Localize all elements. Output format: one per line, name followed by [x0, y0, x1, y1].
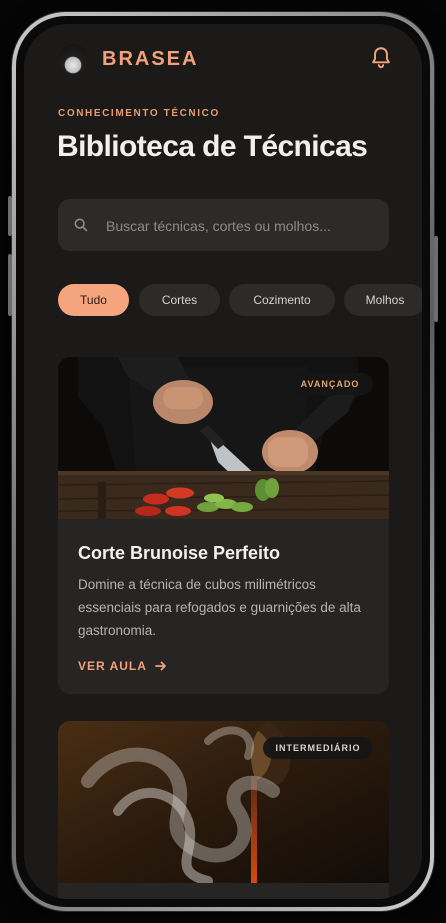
app-header: BRASEA: [24, 24, 422, 94]
chip-cortes[interactable]: Cortes: [139, 284, 220, 316]
bell-icon[interactable]: [368, 45, 394, 71]
page-title: Biblioteca de Técnicas: [57, 130, 368, 163]
chip-cozimento[interactable]: Cozimento: [229, 284, 335, 316]
arrow-right-icon: [154, 661, 166, 671]
watch-lesson-link[interactable]: VER AULA: [78, 659, 167, 673]
search-input[interactable]: [104, 199, 378, 253]
chip-molhos[interactable]: Molhos: [344, 284, 422, 316]
card-title: Corte Brunoise Perfeito: [78, 543, 281, 563]
technique-card[interactable]: INTERMEDIÁRIO: [58, 721, 389, 899]
search-bar[interactable]: [58, 199, 389, 253]
filter-chips: Tudo Cortes Cozimento Molhos: [58, 284, 422, 318]
cta-label: VER AULA: [78, 659, 147, 673]
brand-name: BRASEA: [102, 48, 199, 70]
chip-tudo[interactable]: Tudo: [58, 284, 129, 316]
brand-logo: [58, 44, 88, 74]
section-eyebrow: CONHECIMENTO TÉCNICO: [58, 108, 220, 119]
search-icon: [74, 218, 88, 232]
app-screen: BRASEA CONHECIMENTO TÉCNICO Biblioteca d…: [24, 24, 422, 899]
volume-button: [8, 254, 12, 316]
difficulty-badge: AVANÇADO: [287, 373, 373, 395]
card-description: Domine a técnica de cubos milimétricos e…: [78, 577, 361, 638]
power-button: [434, 236, 438, 322]
difficulty-badge: INTERMEDIÁRIO: [263, 737, 373, 759]
technique-card[interactable]: AVANÇADO Corte Brunoise Perfeito Domine …: [58, 357, 389, 694]
side-button: [8, 196, 12, 236]
